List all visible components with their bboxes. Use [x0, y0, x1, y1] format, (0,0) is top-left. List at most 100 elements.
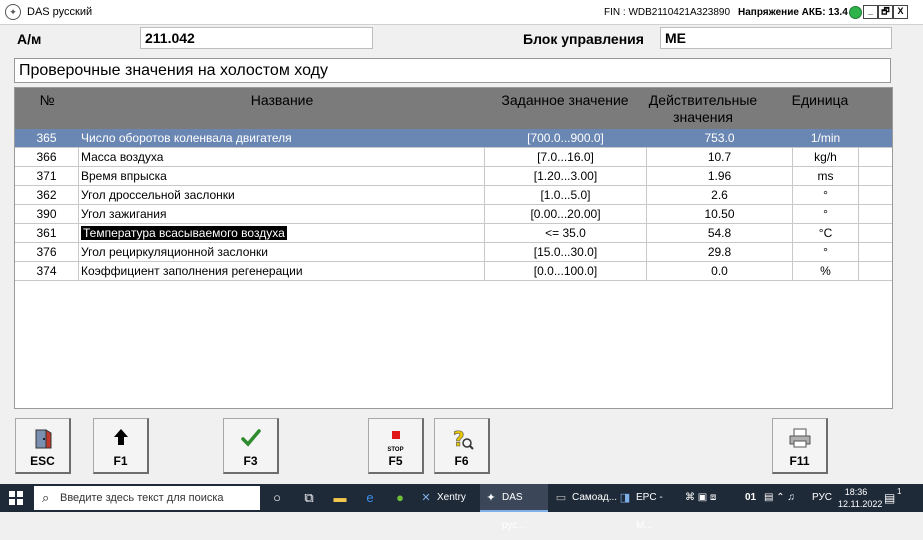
row-unit: kg/h [793, 148, 859, 166]
f11-label: F11 [789, 454, 810, 468]
row-setpoint: [15.0...30.0] [485, 243, 647, 261]
taskbar-app-epc[interactable]: ◨ EPC - M... [614, 484, 682, 531]
tray-icons-1[interactable]: ⌘ ▣ ⧈ [685, 484, 716, 512]
row-unit: ° [793, 186, 859, 204]
taskbar-search-input[interactable]: ⌕ Введите здесь текст для поиска [34, 486, 260, 510]
ecu-label: Блок управления [523, 31, 644, 47]
f11-button[interactable]: F11 [772, 418, 828, 474]
restore-button[interactable]: 🗗 [878, 5, 893, 19]
row-spacer [859, 243, 892, 261]
f5-button[interactable]: STOP F5 [368, 418, 424, 474]
table-row[interactable]: 362 Угол дроссельной заслонки [1.0...5.0… [15, 186, 892, 205]
row-number: 366 [15, 148, 79, 166]
utorrent-icon[interactable]: ● [391, 489, 409, 507]
table-row[interactable]: 361 Температура всасываемого воздуха <= … [15, 224, 892, 243]
row-actual: 1.96 [647, 167, 793, 185]
taskbar-app-samoad[interactable]: ▭ Самоад... [550, 484, 617, 512]
row-spacer [859, 262, 892, 280]
f1-button[interactable]: F1 [93, 418, 149, 474]
row-spacer [859, 129, 892, 147]
row-actual: 10.7 [647, 148, 793, 166]
row-name: Коэффициент заполнения регенерации [79, 262, 485, 280]
search-placeholder: Введите здесь текст для поиска [60, 492, 224, 504]
row-unit: ° [793, 243, 859, 261]
taskbar-clock[interactable]: 18:36 12.11.2022 [838, 486, 882, 510]
taskbar-app-xentry[interactable]: ✕ Xentry [415, 484, 477, 512]
minimize-button[interactable]: _ [863, 5, 878, 19]
row-actual: 2.6 [647, 186, 793, 204]
header-unit[interactable]: Единица [775, 92, 865, 109]
row-number: 365 [15, 129, 79, 147]
window-title: DAS русский [27, 6, 93, 18]
header-actual[interactable]: Действительные значения [630, 92, 776, 126]
taskbar-app-das[interactable]: ✦ DAS рус... [480, 484, 548, 531]
f5-label: F5 [388, 454, 403, 468]
row-name: Угол дроссельной заслонки [79, 186, 485, 204]
tray-icons-2[interactable]: ▤ ⌃ ♫ [764, 484, 795, 512]
table-row[interactable]: 365 Число оборотов коленвала двигателя [… [15, 129, 892, 148]
windows-taskbar: ⌕ Введите здесь текст для поиска ○ ⧉ ▬ e… [0, 484, 923, 531]
status-ok-icon [849, 6, 862, 19]
row-name-cell: Температура всасываемого воздуха [79, 224, 485, 242]
row-spacer [859, 148, 892, 166]
fin-label: FIN : WDB2110421A323890 [604, 6, 731, 18]
tray-number[interactable]: 01 [745, 484, 756, 512]
language-indicator[interactable]: РУС [812, 484, 832, 512]
f3-label: F3 [243, 454, 258, 468]
task-view-icon[interactable]: ⧉ [300, 489, 318, 507]
table-row[interactable]: 376 Угол рециркуляционной заслонки [15.0… [15, 243, 892, 262]
f3-button[interactable]: F3 [223, 418, 279, 474]
f6-button[interactable]: ? F6 [434, 418, 490, 474]
notification-icon[interactable]: ▤ [884, 484, 895, 512]
header-name[interactable]: Название [79, 92, 485, 109]
table-body: 365 Число оборотов коленвала двигателя [… [15, 129, 892, 281]
table-row[interactable]: 390 Угол зажигания [0.00...20.00] 10.50 … [15, 205, 892, 224]
f6-label: F6 [454, 454, 469, 468]
row-actual: 753.0 [647, 129, 793, 147]
windows-start-icon[interactable] [9, 491, 23, 505]
row-name: Угол рециркуляционной заслонки [79, 243, 485, 261]
row-name: Масса воздуха [79, 148, 485, 166]
header-number[interactable]: № [15, 92, 79, 109]
values-table: № Название Заданное значение Действитель… [14, 87, 893, 409]
ie-browser-icon[interactable]: e [361, 489, 379, 507]
file-explorer-icon[interactable]: ▬ [331, 489, 349, 507]
xentry-icon: ✕ [421, 492, 431, 504]
vehicle-model-field: 211.042 [140, 27, 373, 49]
epc-icon: ◨ [619, 492, 631, 504]
esc-button[interactable]: ESC [15, 418, 71, 474]
row-setpoint: [1.0...5.0] [485, 186, 647, 204]
cortana-icon[interactable]: ○ [268, 489, 286, 507]
row-actual: 29.8 [647, 243, 793, 261]
row-spacer [859, 224, 892, 242]
search-icon: ⌕ [42, 490, 50, 505]
row-name: Температура всасываемого воздуха [81, 226, 287, 240]
table-row[interactable]: 374 Коэффициент заполнения регенерации [… [15, 262, 892, 281]
table-row[interactable]: 371 Время впрыска [1.20...3.00] 1.96 ms [15, 167, 892, 186]
arrow-up-icon [94, 428, 147, 450]
row-number: 371 [15, 167, 79, 185]
table-header: № Название Заданное значение Действитель… [15, 88, 892, 129]
checkmark-icon [224, 428, 277, 450]
row-unit: ms [793, 167, 859, 185]
f1-label: F1 [113, 454, 128, 468]
row-actual: 10.50 [647, 205, 793, 223]
screen-title: Проверочные значения на холостом ходу [14, 58, 891, 83]
exit-door-icon [16, 428, 69, 450]
row-unit: °C [793, 224, 859, 242]
row-unit: 1/min [793, 129, 859, 147]
row-number: 362 [15, 186, 79, 204]
notification-count: 1 [897, 487, 902, 496]
table-row[interactable]: 366 Масса воздуха [7.0...16.0] 10.7 kg/h [15, 148, 892, 167]
svg-text:?: ? [453, 428, 465, 450]
close-button[interactable]: X [893, 5, 908, 19]
row-spacer [859, 167, 892, 185]
row-setpoint: [0.0...100.0] [485, 262, 647, 280]
app-window-icon: ▭ [555, 492, 567, 504]
row-setpoint: [1.20...3.00] [485, 167, 647, 185]
window-titlebar: ✦ DAS русский FIN : WDB2110421A323890 На… [0, 0, 923, 25]
row-number: 374 [15, 262, 79, 280]
row-setpoint: [7.0...16.0] [485, 148, 647, 166]
row-setpoint: [0.00...20.00] [485, 205, 647, 223]
ecu-field: ME [660, 27, 892, 49]
